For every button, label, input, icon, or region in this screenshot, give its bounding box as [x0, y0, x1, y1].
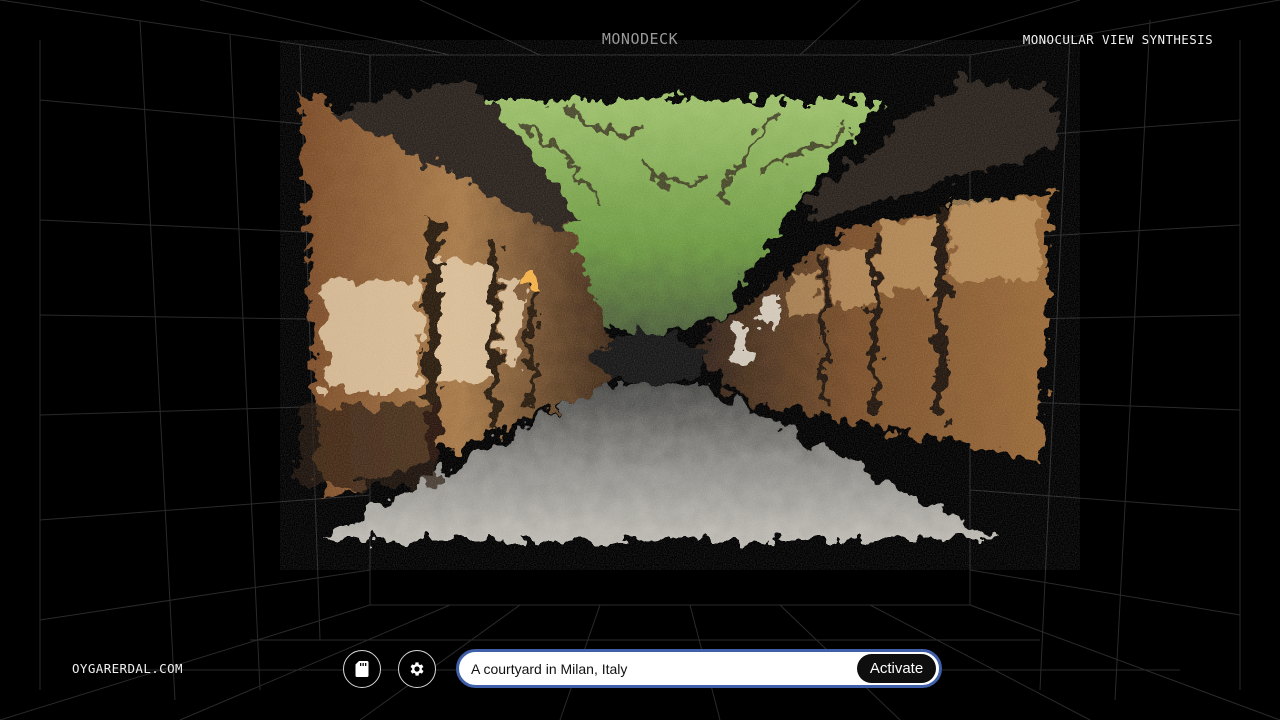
- gear-icon: [410, 662, 424, 676]
- activate-button[interactable]: Activate: [857, 654, 936, 683]
- sd-card-icon: [355, 661, 369, 677]
- point-cloud-scene[interactable]: [0, 0, 1280, 720]
- app-subtitle: MONOCULAR VIEW SYNTHESIS: [1022, 32, 1213, 47]
- prompt-input[interactable]: [471, 657, 851, 681]
- site-link[interactable]: OYGARERDAL.COM: [72, 661, 183, 676]
- settings-button[interactable]: [398, 650, 436, 688]
- file-button[interactable]: [343, 650, 381, 688]
- prompt-bar: Activate: [456, 649, 942, 688]
- app-viewport[interactable]: MONODECK MONOCULAR VIEW SYNTHESIS OYGARE…: [0, 0, 1280, 720]
